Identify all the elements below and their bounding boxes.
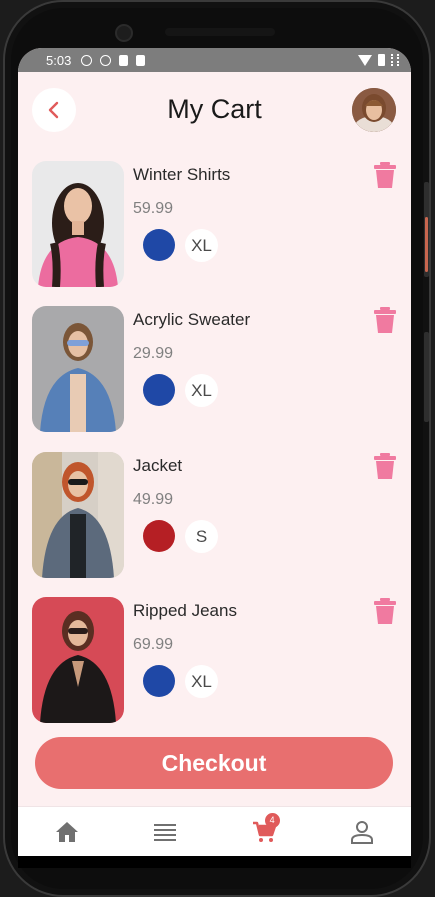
product-name: Jacket [133,456,183,475]
nav-cart[interactable]: 4 [244,812,284,852]
home-icon [56,821,79,842]
trash-icon [374,162,396,188]
nav-profile[interactable] [342,812,382,852]
sd-card-icon [119,54,129,66]
color-swatch[interactable] [143,229,175,261]
product-image[interactable] [32,452,124,578]
delete-button[interactable] [372,597,398,625]
product-price: 29.99 [133,345,174,362]
cart-item[interactable]: Ripped Jeans 69.99 XL [32,597,402,725]
nav-home[interactable] [47,812,87,852]
product-image[interactable] [32,597,124,723]
front-camera [115,24,133,42]
status-bar: 5:03 [18,48,411,72]
list-icon [154,823,177,841]
avatar[interactable] [352,88,396,132]
delete-button[interactable] [372,452,398,480]
signal-icon [391,54,399,66]
side-button [424,332,429,422]
delete-button[interactable] [372,161,398,189]
product-price: 49.99 [133,491,174,508]
color-swatch[interactable] [143,374,175,406]
trash-icon [374,598,396,624]
size-chip[interactable]: XL [185,665,218,698]
nav-list[interactable] [145,812,185,852]
cart-item[interactable]: Acrylic Sweater 29.99 XL [32,306,402,434]
trash-icon [374,453,396,479]
product-price: 59.99 [133,200,174,217]
power-button [425,217,428,272]
status-time: 5:03 [46,52,72,68]
profile-icon [350,820,373,844]
system-bar [18,856,411,868]
checkout-button[interactable]: Checkout [35,737,393,789]
speaker [165,28,275,36]
shield-icon [100,54,112,66]
color-swatch[interactable] [143,520,175,552]
trash-icon [374,307,396,333]
avatar-image [352,88,396,132]
size-chip[interactable]: S [185,520,218,553]
product-name: Winter Shirts [133,165,231,184]
product-name: Ripped Jeans [133,601,237,620]
product-image[interactable] [32,306,124,432]
cart-item[interactable]: Jacket 49.99 S [32,452,402,580]
app-screen: 5:03 My Cart Winter Shirts 59.99 XL Acry… [18,48,411,856]
color-swatch[interactable] [143,665,175,697]
size-chip[interactable]: XL [185,374,218,407]
header: My Cart [18,72,411,146]
a-icon [136,54,146,66]
product-name: Acrylic Sweater [133,310,251,329]
delete-button[interactable] [372,306,398,334]
size-chip[interactable]: XL [185,229,218,262]
bottom-nav: 4 [18,806,411,856]
wifi-icon [358,54,372,66]
cart-badge: 4 [264,812,280,828]
info-icon [81,54,93,66]
product-image[interactable] [32,161,124,287]
cart-item[interactable]: Winter Shirts 59.99 XL [32,161,402,289]
battery-icon [378,54,385,66]
product-price: 69.99 [133,636,174,653]
